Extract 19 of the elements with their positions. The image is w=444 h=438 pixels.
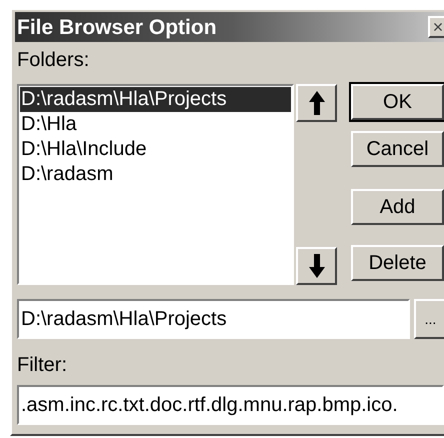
move-down-button[interactable] — [296, 247, 337, 285]
path-field[interactable]: D:\radasm\Hla\Projects — [17, 299, 410, 339]
folders-label: Folders: — [17, 48, 90, 72]
window-title: File Browser Option — [17, 16, 217, 38]
close-button[interactable]: × — [428, 16, 444, 38]
folder-item[interactable]: D:\Hla — [20, 112, 291, 137]
move-up-button[interactable] — [296, 84, 337, 122]
folder-item[interactable]: D:\radasm — [20, 162, 291, 187]
dialog-button[interactable]: Add — [351, 189, 444, 225]
filter-label: Filter: — [17, 353, 68, 377]
browse-button[interactable]: ... — [414, 299, 444, 339]
up-arrow-icon — [308, 91, 324, 115]
dialog-button[interactable]: Cancel — [351, 131, 444, 167]
filter-field[interactable]: .asm.inc.rc.txt.doc.rtf.dlg.mnu.rap.bmp.ico. — [17, 385, 444, 425]
folder-item[interactable]: D:\Hla\Include — [20, 137, 291, 162]
dialog-button[interactable]: OK — [351, 84, 444, 120]
down-arrow-icon — [308, 254, 324, 278]
folder-item[interactable]: D:\radasm\Hla\Projects — [20, 87, 291, 112]
dialog-button[interactable]: Delete — [351, 245, 444, 281]
